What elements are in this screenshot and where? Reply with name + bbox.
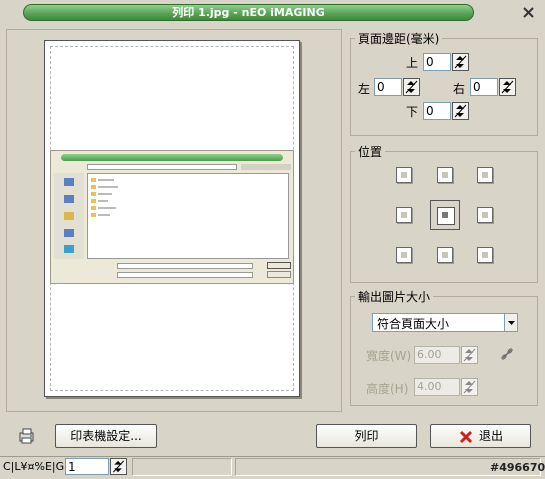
thumb-filename-field [117, 263, 253, 269]
window-title-bar[interactable]: 列印 1.jpg - nEO iMAGING [23, 4, 474, 21]
watermark-text: #496670 [490, 461, 545, 474]
thumb-file-name [98, 207, 116, 209]
margin-bottom-spinner[interactable] [452, 102, 469, 120]
page-count-input[interactable]: 1 [65, 458, 109, 475]
status-cell [132, 458, 232, 476]
printer-properties-icon[interactable] [17, 427, 37, 445]
printer-setup-button[interactable]: 印表機設定... [55, 424, 157, 448]
position-center-button[interactable] [430, 200, 460, 230]
position-bottom-right-button[interactable] [477, 247, 493, 263]
statusbar-divider [0, 456, 545, 457]
thumb-cancel-button [267, 271, 291, 278]
thumb-file-name [98, 214, 110, 216]
margin-bottom-label: 下 [406, 105, 419, 119]
position-top-right-button[interactable] [477, 167, 493, 183]
thumb-folder-icon [91, 192, 96, 196]
chevron-down-icon[interactable] [504, 314, 517, 331]
window-title: 列印 1.jpg - nEO iMAGING [172, 6, 325, 19]
margin-left-input[interactable]: 0 [374, 78, 402, 96]
margin-top-input[interactable]: 0 [423, 53, 451, 71]
thumb-folder-icon [91, 178, 96, 182]
thumb-file-name [98, 193, 112, 195]
preview-image[interactable] [50, 150, 294, 284]
close-icon[interactable] [520, 4, 537, 21]
page-count-spinner[interactable] [110, 458, 127, 475]
output-size-select-value: 符合頁面大小 [377, 317, 450, 331]
thumb-file-name [98, 179, 114, 181]
thumb-place-icon [64, 178, 74, 186]
position-group-title: 位置 [355, 143, 386, 160]
margin-right-spinner[interactable] [499, 78, 516, 96]
thumb-filetype-field [117, 272, 253, 278]
page-count-label: C|L¥¤%E|G [3, 460, 65, 473]
height-spinner[interactable] [461, 378, 478, 396]
exit-button[interactable]: 退出 [430, 424, 531, 448]
width-spinner[interactable] [461, 346, 478, 364]
position-middle-right-button[interactable] [477, 207, 493, 223]
margin-left-spinner[interactable] [403, 78, 420, 96]
thumb-folder-icon [91, 206, 96, 210]
thumb-open-button [267, 262, 291, 269]
link-aspect-icon[interactable] [500, 347, 514, 361]
thumb-folder-icon [91, 213, 96, 217]
margin-right-input[interactable]: 0 [470, 78, 498, 96]
position-top-left-button[interactable] [396, 167, 412, 183]
output-size-select[interactable]: 符合頁面大小 [372, 313, 518, 332]
thumb-places-bar [54, 173, 84, 259]
margin-bottom-input[interactable]: 0 [423, 102, 451, 120]
position-bottom-left-button[interactable] [396, 247, 412, 263]
position-bottom-center-button[interactable] [437, 247, 453, 263]
height-label: 高度(H) [366, 382, 409, 396]
exit-x-icon [459, 429, 473, 444]
thumb-address-field [87, 164, 237, 170]
width-input[interactable]: 6.00 [414, 346, 460, 364]
margin-left-label: 左 [358, 82, 371, 96]
height-input[interactable]: 4.00 [414, 378, 460, 396]
thumb-file-name [98, 200, 108, 202]
output-size-group-title: 輸出圖片大小 [355, 288, 434, 305]
print-button[interactable]: 列印 [316, 424, 417, 448]
thumb-place-icon [64, 195, 74, 203]
thumb-place-icon [64, 245, 74, 253]
thumb-file-list [87, 173, 289, 259]
thumb-folder-icon [91, 185, 96, 189]
margins-group-title: 頁面邊距(毫米) [355, 30, 443, 47]
thumb-title-bar [61, 154, 283, 161]
position-middle-left-button[interactable] [396, 207, 412, 223]
thumb-place-icon [64, 212, 74, 220]
thumb-file-name [98, 186, 118, 188]
margin-right-label: 右 [453, 82, 466, 96]
thumb-toolbar [241, 164, 291, 170]
margin-top-spinner[interactable] [452, 53, 469, 71]
margin-top-label: 上 [406, 56, 419, 70]
width-label: 寬度(W) [366, 349, 412, 363]
thumb-place-icon [64, 229, 74, 237]
thumb-folder-icon [91, 199, 96, 203]
exit-button-label: 退出 [479, 429, 504, 443]
position-top-center-button[interactable] [437, 167, 453, 183]
